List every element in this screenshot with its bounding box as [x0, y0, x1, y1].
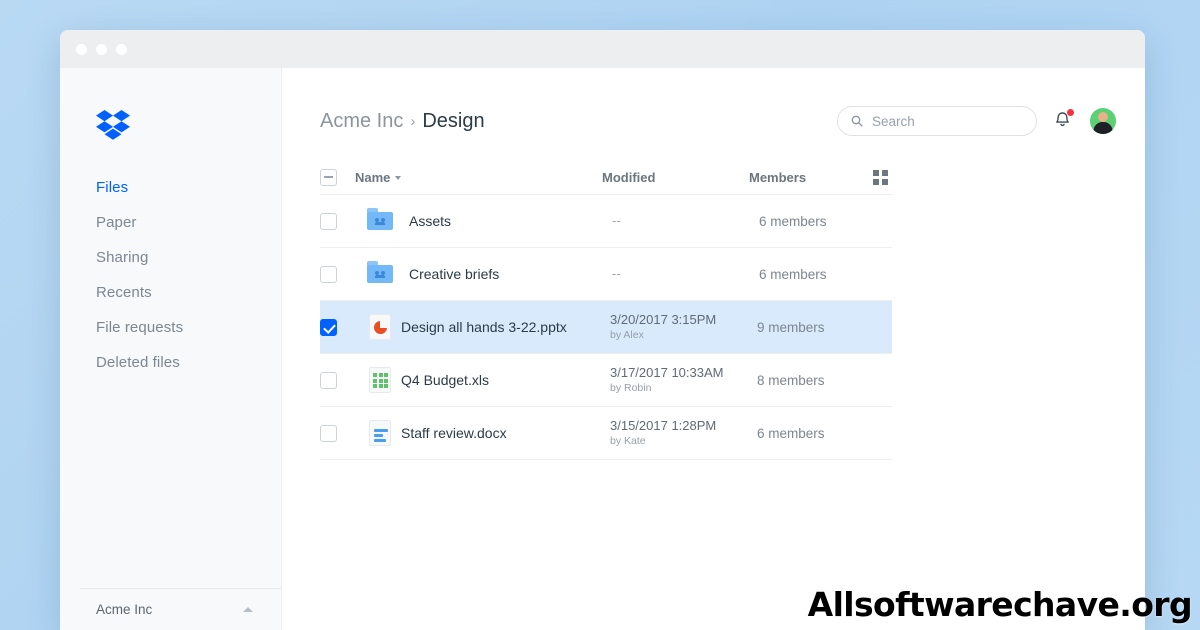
sidebar-nav: Files Paper Sharing Recents File request…: [60, 170, 281, 380]
file-table: Name Modified Members Assets -- 6 member…: [302, 160, 950, 460]
grid-view-icon: [873, 169, 888, 185]
breadcrumb-root[interactable]: Acme Inc: [320, 110, 403, 133]
window-minimize-dot[interactable]: [96, 43, 107, 55]
table-row-wrap: Creative briefs -- 6 members: [320, 247, 892, 300]
sidebar: Files Paper Sharing Recents File request…: [60, 68, 282, 630]
table-row-selected[interactable]: Design all hands 3-22.pptx 3/20/2017 3:1…: [302, 301, 950, 353]
file-members: 6 members: [759, 213, 827, 229]
select-all-checkbox[interactable]: [320, 168, 337, 186]
sidebar-item-recents[interactable]: Recents: [60, 275, 281, 310]
row-checkbox-checked[interactable]: [320, 318, 337, 336]
column-header-name[interactable]: Name: [337, 170, 602, 185]
team-switcher[interactable]: Acme Inc: [80, 588, 281, 630]
modified-by: by Robin: [610, 381, 652, 394]
powerpoint-file-icon: [369, 314, 391, 340]
sidebar-label: Recents: [96, 284, 152, 301]
user-avatar[interactable]: [1089, 107, 1117, 135]
search-input[interactable]: Search: [837, 106, 1037, 136]
modified-by: by Alex: [610, 328, 644, 341]
team-name: Acme Inc: [96, 602, 153, 617]
table-bottom-border: [320, 459, 892, 460]
sidebar-label: Paper: [96, 214, 137, 231]
search-icon: [851, 115, 863, 127]
file-modified: 3/17/2017 10:33AM by Robin: [610, 365, 757, 394]
table-row[interactable]: Creative briefs -- 6 members: [320, 248, 892, 300]
top-bar: Acme Inc › Design Search: [282, 90, 1145, 152]
sidebar-item-paper[interactable]: Paper: [60, 205, 281, 240]
file-members: 6 members: [759, 266, 827, 282]
file-members: 9 members: [757, 319, 825, 335]
notifications-button[interactable]: [1053, 109, 1074, 132]
file-name: Creative briefs: [409, 266, 500, 282]
search-placeholder: Search: [872, 113, 915, 129]
browser-window: Files Paper Sharing Recents File request…: [60, 30, 1145, 630]
top-bar-right: Search: [837, 106, 1145, 136]
table-header-row: Name Modified Members: [320, 160, 892, 194]
modified-by: by Kate: [610, 434, 646, 447]
grid-view-button[interactable]: [873, 169, 892, 185]
sidebar-label: Deleted files: [96, 354, 180, 371]
window-close-dot[interactable]: [76, 43, 87, 55]
file-name: Q4 Budget.xls: [401, 372, 489, 388]
table-row-wrap: Staff review.docx 3/15/2017 1:28PM by Ka…: [320, 406, 892, 459]
sidebar-item-deleted-files[interactable]: Deleted files: [60, 345, 281, 380]
row-checkbox[interactable]: [320, 265, 337, 283]
file-name: Design all hands 3-22.pptx: [401, 319, 567, 335]
row-checkbox[interactable]: [320, 371, 337, 389]
notification-badge: [1067, 109, 1074, 116]
sort-caret-icon: [395, 175, 402, 180]
word-file-icon: [369, 420, 391, 446]
breadcrumb-current: Design: [422, 109, 485, 132]
avatar-head: [1098, 112, 1108, 122]
sidebar-label: File requests: [96, 319, 184, 336]
modified-date: 3/20/2017 3:15PM: [610, 312, 717, 328]
column-header-modified[interactable]: Modified: [602, 170, 749, 185]
file-modified: 3/15/2017 1:28PM by Kate: [610, 418, 757, 447]
chevron-up-icon: [243, 607, 253, 612]
sidebar-label: Sharing: [96, 249, 149, 266]
row-checkbox[interactable]: [320, 212, 337, 230]
avatar-body: [1093, 122, 1113, 134]
main-content: Acme Inc › Design Search Name Modified M…: [282, 68, 1145, 630]
shared-folder-icon: [367, 208, 393, 234]
table-row-wrap: Design all hands 3-22.pptx 3/20/2017 3:1…: [302, 300, 950, 353]
column-label: Name: [355, 169, 391, 185]
file-modified: 3/20/2017 3:15PM by Alex: [610, 312, 757, 341]
window-maximize-dot[interactable]: [116, 43, 127, 55]
file-members: 8 members: [757, 372, 825, 388]
row-checkbox[interactable]: [320, 424, 337, 442]
file-modified: --: [612, 265, 621, 281]
shared-folder-icon: [367, 261, 393, 287]
window-titlebar: [60, 30, 1145, 68]
file-name: Assets: [409, 213, 452, 229]
table-row[interactable]: Staff review.docx 3/15/2017 1:28PM by Ka…: [320, 407, 892, 459]
sidebar-item-file-requests[interactable]: File requests: [60, 310, 281, 345]
sidebar-label: Files: [96, 179, 129, 196]
modified-date: 3/15/2017 1:28PM: [610, 418, 717, 434]
file-name: Staff review.docx: [401, 425, 507, 441]
file-modified: --: [612, 212, 621, 228]
sidebar-item-files[interactable]: Files: [60, 170, 281, 205]
watermark-text: Allsoftwarechave.org: [807, 585, 1193, 624]
table-row[interactable]: Assets -- 6 members: [320, 195, 892, 247]
dropbox-logo-icon[interactable]: [96, 110, 130, 140]
modified-date: 3/17/2017 10:33AM: [610, 365, 724, 381]
table-row-wrap: Q4 Budget.xls 3/17/2017 10:33AM by Robin…: [320, 353, 892, 406]
file-members: 6 members: [757, 425, 825, 441]
table-row-wrap: Assets -- 6 members: [320, 194, 892, 247]
breadcrumb-separator-icon: ›: [410, 112, 416, 130]
app-body: Files Paper Sharing Recents File request…: [60, 68, 1145, 630]
sidebar-item-sharing[interactable]: Sharing: [60, 240, 281, 275]
table-row[interactable]: Q4 Budget.xls 3/17/2017 10:33AM by Robin…: [320, 354, 892, 406]
column-header-members[interactable]: Members: [749, 170, 869, 185]
excel-file-icon: [369, 367, 391, 393]
